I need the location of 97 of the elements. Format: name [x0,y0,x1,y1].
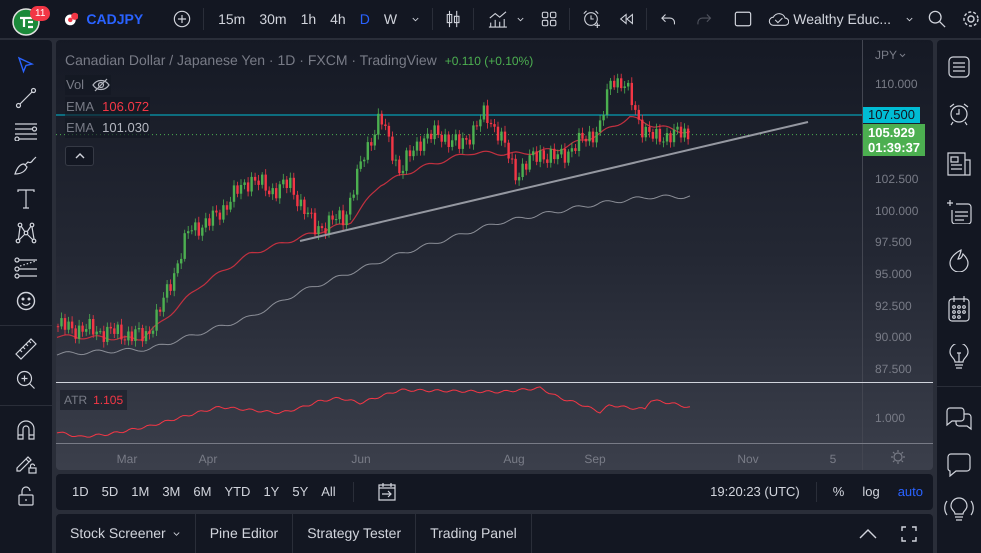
indicator-name: Vol [66,76,84,94]
calendar-goto-icon[interactable] [378,483,396,501]
trend-line-icon[interactable] [15,87,37,109]
axis-tick: 1.000 [875,410,906,427]
emoji-icon[interactable] [16,291,36,311]
range-button[interactable]: 6M [193,482,212,502]
indicator-name: EMA [66,119,94,137]
indicator-name: ATR [64,392,88,409]
time-axis-label: Jun [351,451,371,468]
indicator-value: 106.072 [102,98,150,116]
axis-tick: 97.500 [875,234,912,252]
collapse-button[interactable] [65,146,94,166]
axis-tick: 92.500 [875,298,912,315]
alarm-clock-icon[interactable] [948,102,970,126]
axis-tick: 100.000 [875,202,918,220]
panel-tab[interactable]: Trading Panel [416,514,532,553]
cloud-check-icon[interactable] [768,10,790,28]
interval-tab[interactable]: W [384,8,398,30]
panel-tab[interactable]: Stock Screener [56,514,196,553]
scale-option[interactable]: auto [898,482,923,502]
axis-tick: 87.500 [875,361,912,378]
axis-tick: 102.500 [875,171,918,188]
scale-option[interactable]: log [862,482,880,502]
news-icon[interactable] [947,152,971,176]
fullscreen-icon[interactable] [901,526,917,542]
layout-grid-icon[interactable] [540,10,558,28]
time-axis-label: Apr [198,451,218,468]
symbol-flag-icon [64,11,78,27]
bar-countdown: 01:39:37 [868,140,920,155]
interval-tab[interactable]: 4h [330,8,346,30]
range-button[interactable]: All [321,482,336,502]
time-axis-label: 5 [830,451,836,468]
currency-label[interactable]: JPY [875,46,898,64]
level-price-tag: 107.500 [863,107,920,123]
indicator-value: 101.030 [102,119,150,137]
panel-tab[interactable]: Pine Editor [196,514,294,553]
indicator-value: 1.105 [93,392,124,409]
trend-line[interactable] [300,121,808,242]
notification-badge: 11 [30,6,50,21]
clock-time[interactable]: 19:20:23 (UTC) [710,482,800,502]
time-axis-label: Mar [116,451,138,468]
interval-tab[interactable]: 1h [300,8,316,30]
add-symbol-icon[interactable] [173,9,192,29]
interval-tab[interactable]: 15m [218,8,246,30]
axis-tick: 90.000 [875,329,912,346]
layout-name[interactable]: Wealthy Educ... [793,8,892,30]
range-button[interactable]: YTD [224,482,250,502]
hidden-eye-icon[interactable] [92,78,110,92]
axis-tick: 110.000 [875,76,918,93]
interval-tab[interactable]: D [360,8,370,30]
time-axis-label: Nov [737,451,759,468]
pattern-icon[interactable] [15,222,37,244]
alarm-clock-icon[interactable] [582,8,602,30]
live-stream-icon[interactable] [944,497,974,521]
ruler-icon[interactable] [15,338,37,360]
zoom-in-icon[interactable] [16,370,36,390]
time-axis-label: Sep [584,451,606,468]
data-window-icon[interactable] [946,200,972,224]
range-button[interactable]: 1D [72,482,89,502]
chevron-up-icon [74,152,84,158]
indicators-icon[interactable] [488,9,508,29]
magnet-icon[interactable] [17,420,35,440]
search-icon[interactable] [928,9,946,29]
fib-levels-icon[interactable] [14,257,38,279]
undo-icon[interactable] [660,12,676,26]
symbol-name[interactable]: CADJPY [86,8,144,30]
replay-icon[interactable] [618,12,634,26]
chart-title: Canadian Dollar / Japanese Yen · 1D · FXCM · TradingView [65,51,437,70]
axis-tick: 95.000 [875,266,912,284]
brush-icon[interactable] [14,155,38,175]
chevron-up-icon[interactable] [859,528,877,538]
range-button[interactable]: 1Y [263,482,280,502]
horizontal-level-line[interactable] [56,114,862,116]
interval-tab[interactable]: 30m [259,8,287,30]
settings-icon[interactable] [961,9,981,29]
watchlist-icon[interactable] [948,56,970,78]
panel-tab[interactable]: Strategy Tester [293,514,416,553]
last-price: 105.929 [868,125,916,140]
range-button[interactable]: 5D [102,482,118,502]
flame-icon[interactable] [948,248,970,272]
scale-option[interactable]: % [832,482,844,502]
calendar-icon[interactable] [948,296,970,322]
time-axis-label: Aug [503,451,525,468]
indicator-name: EMA [66,98,94,116]
chat-icon[interactable] [946,407,972,431]
chat-bubble-icon[interactable] [947,453,971,477]
range-button[interactable]: 5Y [292,482,308,502]
text-icon[interactable] [17,189,35,209]
range-button[interactable]: 1M [131,482,150,502]
candlestick-icon[interactable] [444,8,462,30]
price-change: +0.110 (+0.10%) [444,52,534,70]
lock-icon[interactable] [17,486,35,506]
horizontal-lines-icon[interactable] [14,121,38,141]
range-button[interactable]: 3M [162,482,180,502]
cursor-icon[interactable] [17,56,35,74]
lightbulb-icon[interactable] [949,344,969,370]
rectangle-icon[interactable] [734,9,752,29]
